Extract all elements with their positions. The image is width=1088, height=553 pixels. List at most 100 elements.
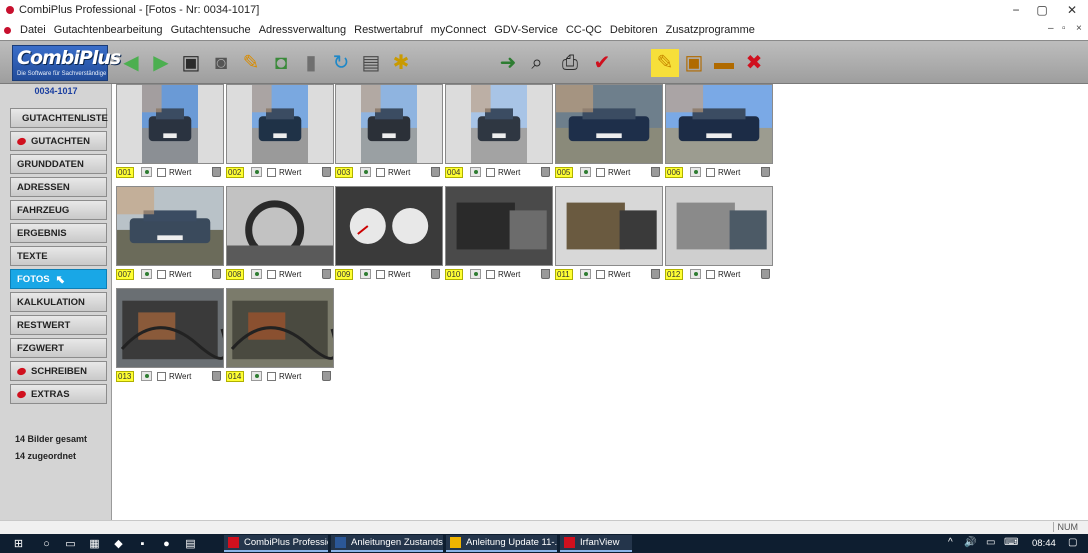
trash-icon[interactable]	[541, 167, 550, 177]
photo-number-field[interactable]: 009	[335, 268, 353, 280]
nav-gutachten-button[interactable]: GUTACHTEN	[10, 131, 107, 151]
camera-icon[interactable]	[690, 167, 701, 177]
notification-icon[interactable]: ▢	[1068, 537, 1077, 548]
tools-button[interactable]: ✱	[387, 49, 415, 77]
camera-icon[interactable]	[251, 167, 262, 177]
preview-button[interactable]: ⌕	[523, 49, 551, 77]
camera-icon[interactable]	[251, 371, 262, 381]
trash-icon[interactable]	[212, 269, 221, 279]
keyboard-icon[interactable]: ⌨	[1004, 537, 1018, 548]
menu-item-myconnect[interactable]: myConnect	[427, 24, 491, 36]
pinned-app-icon[interactable]: ▪	[136, 537, 149, 550]
start-icon[interactable]: ⊞	[12, 537, 25, 550]
trash-icon[interactable]	[322, 269, 331, 279]
photo-number-field[interactable]: 014	[226, 370, 244, 382]
camera-icon[interactable]	[360, 269, 371, 279]
photo-thumbnail[interactable]	[226, 288, 334, 368]
taskbar-app-button[interactable]: Anleitung Update 11-...	[446, 535, 557, 552]
taskbar-app-button[interactable]: CombiPlus Profession...	[224, 535, 328, 552]
photo-thumbnail[interactable]	[226, 84, 334, 164]
forward-arrow-button[interactable]: ▶	[147, 49, 175, 77]
photo-number-field[interactable]: 011	[555, 268, 573, 280]
tray-chevron-icon[interactable]: ^	[948, 537, 953, 548]
photo-number-field[interactable]: 007	[116, 268, 134, 280]
rwert-checkbox[interactable]	[267, 269, 276, 279]
trash-icon[interactable]	[322, 371, 331, 381]
photo-thumbnail[interactable]	[555, 186, 663, 266]
rwert-checkbox[interactable]	[706, 167, 715, 177]
move-button[interactable]: ➜	[494, 49, 522, 77]
nav-ergebnis-button[interactable]: ERGEBNIS	[10, 223, 107, 243]
rwert-checkbox[interactable]	[267, 167, 276, 177]
edit-photo-button[interactable]: ✎	[237, 49, 265, 77]
menu-item-adressverwaltung[interactable]: Adressverwaltung	[255, 24, 350, 36]
trash-icon[interactable]	[651, 269, 660, 279]
photo-thumbnail[interactable]	[226, 186, 334, 266]
photo-thumbnail[interactable]	[445, 84, 553, 164]
trash-icon[interactable]	[761, 167, 770, 177]
network-icon[interactable]: ▭	[986, 537, 995, 548]
volume-icon[interactable]: 🔊	[964, 537, 976, 548]
rwert-checkbox[interactable]	[596, 167, 605, 177]
folder-button[interactable]: ▬	[710, 49, 738, 77]
camera-icon[interactable]	[580, 167, 591, 177]
rwert-checkbox[interactable]	[157, 167, 166, 177]
taskbar-app-button[interactable]: Anleitungen Zustands...	[331, 535, 443, 552]
photo-thumbnail[interactable]	[335, 186, 443, 266]
trash-icon[interactable]	[761, 269, 770, 279]
task-view-icon[interactable]: ▭	[64, 537, 77, 550]
rwert-checkbox[interactable]	[267, 371, 276, 381]
camera-icon[interactable]	[141, 371, 152, 381]
trash-icon[interactable]	[212, 167, 221, 177]
photo-number-field[interactable]: 008	[226, 268, 244, 280]
photo-number-field[interactable]: 012	[665, 268, 683, 280]
photo-number-field[interactable]: 005	[555, 166, 573, 178]
back-arrow-button[interactable]: ◀	[117, 49, 145, 77]
photo-thumbnail[interactable]	[665, 84, 773, 164]
pinned-app-icon[interactable]: ▤	[184, 537, 197, 550]
photo-number-field[interactable]: 013	[116, 370, 134, 382]
print-button[interactable]: ⎙	[556, 49, 584, 77]
menu-item-zusatzprogramme[interactable]: Zusatzprogramme	[662, 24, 759, 36]
pinned-app-icon[interactable]: ◆	[112, 537, 125, 550]
trash-icon[interactable]	[322, 167, 331, 177]
photo-thumbnail[interactable]	[665, 186, 773, 266]
photo-number-field[interactable]: 010	[445, 268, 463, 280]
photo-number-field[interactable]: 006	[665, 166, 683, 178]
photo-thumbnail[interactable]	[116, 186, 224, 266]
nav-kalkulation-button[interactable]: KALKULATION	[10, 292, 107, 312]
rwert-checkbox[interactable]	[596, 269, 605, 279]
store-icon[interactable]: ▦	[88, 537, 101, 550]
menu-item-cc-qc[interactable]: CC-QC	[562, 24, 606, 36]
trash-icon[interactable]	[431, 269, 440, 279]
mdi-restore-button[interactable]: ▫	[1062, 23, 1066, 34]
camera-button[interactable]: ◙	[207, 49, 235, 77]
clock[interactable]: 08:44	[1032, 538, 1056, 549]
photo-number-field[interactable]: 001	[116, 166, 134, 178]
menu-item-gutachtenbearbeitung[interactable]: Gutachtenbearbeitung	[50, 24, 167, 36]
save-button[interactable]: ▣	[177, 49, 205, 77]
photo-thumbnail[interactable]	[335, 84, 443, 164]
camera-icon[interactable]	[470, 167, 481, 177]
nav-grunddaten-button[interactable]: GRUNDDATEN	[10, 154, 107, 174]
camera-icon[interactable]	[141, 269, 152, 279]
window-button[interactable]: ▣	[680, 49, 708, 77]
nav-adressen-button[interactable]: ADRESSEN	[10, 177, 107, 197]
search-icon[interactable]: ○	[40, 537, 53, 550]
camera-icon[interactable]	[580, 269, 591, 279]
nav-restwert-button[interactable]: RESTWERT	[10, 315, 107, 335]
camera-icon[interactable]	[251, 269, 262, 279]
camera-icon[interactable]	[141, 167, 152, 177]
check-button[interactable]: ✔	[588, 49, 616, 77]
camera-icon[interactable]	[690, 269, 701, 279]
refresh-button[interactable]: ↻	[327, 49, 355, 77]
photo-number-field[interactable]: 002	[226, 166, 244, 178]
close-x-button[interactable]: ✖	[740, 49, 768, 77]
rwert-checkbox[interactable]	[376, 167, 385, 177]
delete-button[interactable]: ▮	[297, 49, 325, 77]
menu-item-gutachtensuche[interactable]: Gutachtensuche	[167, 24, 255, 36]
trash-icon[interactable]	[212, 371, 221, 381]
photo-thumbnail[interactable]	[555, 84, 663, 164]
menu-item-restwertabruf[interactable]: Restwertabruf	[350, 24, 426, 36]
nav-extras-button[interactable]: EXTRAS	[10, 384, 107, 404]
